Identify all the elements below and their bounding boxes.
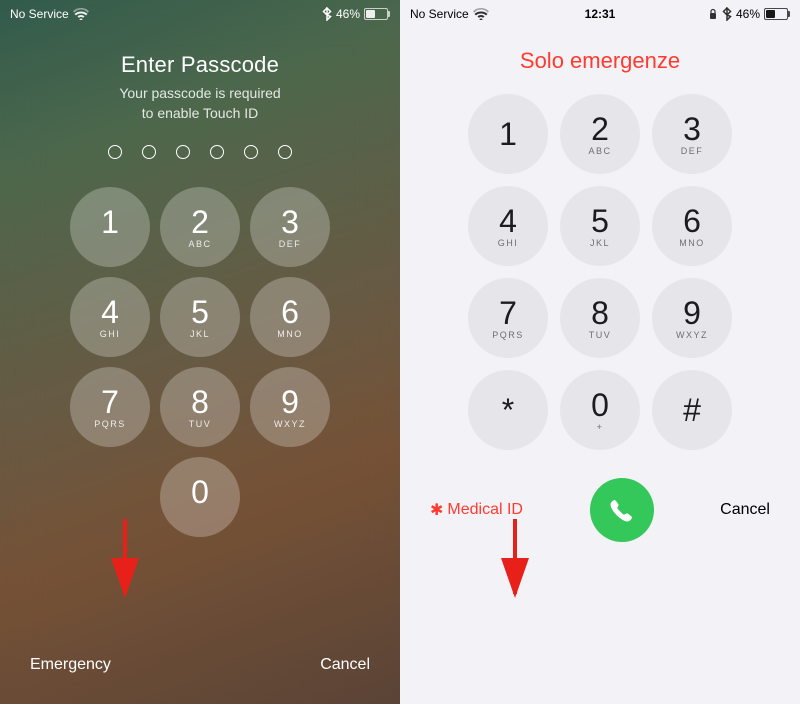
dot-6 bbox=[278, 145, 292, 159]
call-button[interactable] bbox=[590, 478, 654, 542]
dot-3 bbox=[176, 145, 190, 159]
red-arrow-right bbox=[480, 509, 550, 609]
ekey-8[interactable]: 8 TUV bbox=[560, 278, 640, 358]
key-2-left[interactable]: 2 ABC bbox=[160, 187, 240, 267]
ekey-0[interactable]: 0 + bbox=[560, 370, 640, 450]
red-arrow-left bbox=[90, 509, 160, 609]
key-7-left[interactable]: 7 PQRS bbox=[70, 367, 150, 447]
time-display: 12:31 bbox=[585, 7, 616, 21]
dot-5 bbox=[244, 145, 258, 159]
key-0-left[interactable]: 0 bbox=[160, 457, 240, 537]
bluetooth-icon-left bbox=[322, 7, 332, 21]
status-bar-left: No Service 46% bbox=[0, 0, 400, 28]
emergency-button[interactable]: Emergency bbox=[30, 656, 111, 674]
no-service-left: No Service bbox=[10, 7, 69, 21]
key-3-left[interactable]: 3 DEF bbox=[250, 187, 330, 267]
status-left-group-right: No Service bbox=[410, 7, 489, 21]
key-4-left[interactable]: 4 GHI bbox=[70, 277, 150, 357]
wifi-icon-left bbox=[73, 8, 89, 20]
ekey-1[interactable]: 1 bbox=[468, 94, 548, 174]
left-panel: No Service 46% bbox=[0, 0, 400, 704]
ekey-4[interactable]: 4 GHI bbox=[468, 186, 548, 266]
status-right-group-left: 46% bbox=[322, 7, 390, 21]
cancel-button-left[interactable]: Cancel bbox=[320, 656, 370, 674]
key-8-left[interactable]: 8 TUV bbox=[160, 367, 240, 447]
emergency-dialer-title: Solo emergenze bbox=[520, 48, 680, 74]
dot-1 bbox=[108, 145, 122, 159]
dot-4 bbox=[210, 145, 224, 159]
cancel-button-right[interactable]: Cancel bbox=[720, 501, 770, 519]
ekey-2[interactable]: 2 ABC bbox=[560, 94, 640, 174]
no-service-right: No Service bbox=[410, 7, 469, 21]
key-empty2-left bbox=[250, 457, 330, 537]
left-keypad: 1 2 ABC 3 DEF 4 GHI 5 JKL 6 MNO bbox=[70, 187, 330, 537]
status-left-group: No Service bbox=[10, 7, 89, 21]
status-bar-right: No Service 12:31 46% bbox=[400, 0, 800, 28]
arrow-to-medical-id bbox=[480, 509, 550, 614]
ekey-3[interactable]: 3 DEF bbox=[652, 94, 732, 174]
lock-bottom: Emergency Cancel bbox=[0, 656, 400, 674]
dot-2 bbox=[142, 145, 156, 159]
ekey-9[interactable]: 9 WXYZ bbox=[652, 278, 732, 358]
key-1-left[interactable]: 1 bbox=[70, 187, 150, 267]
right-panel: No Service 12:31 46% bbox=[400, 0, 800, 704]
battery-percent-left: 46% bbox=[336, 7, 360, 21]
lock-icon-right bbox=[708, 8, 718, 20]
wifi-icon-right bbox=[473, 8, 489, 20]
battery-icon-left bbox=[364, 8, 390, 20]
passcode-title: Enter Passcode bbox=[121, 52, 279, 78]
lock-content: Enter Passcode Your passcode is required… bbox=[0, 28, 400, 656]
status-right-group-right: 46% bbox=[708, 7, 790, 21]
asterisk-icon: ✱ bbox=[430, 500, 443, 520]
key-9-left[interactable]: 9 WXYZ bbox=[250, 367, 330, 447]
arrow-to-emergency bbox=[90, 509, 160, 614]
phone-icon bbox=[608, 496, 636, 524]
ekey-5[interactable]: 5 JKL bbox=[560, 186, 640, 266]
ekey-star[interactable]: * bbox=[468, 370, 548, 450]
battery-percent-right: 46% bbox=[736, 7, 760, 21]
key-6-left[interactable]: 6 MNO bbox=[250, 277, 330, 357]
emergency-bottom: ✱ Medical ID Cancel bbox=[400, 478, 800, 542]
ekey-6[interactable]: 6 MNO bbox=[652, 186, 732, 266]
battery-icon-right bbox=[764, 8, 790, 20]
key-5-left[interactable]: 5 JKL bbox=[160, 277, 240, 357]
passcode-dots bbox=[108, 145, 292, 159]
ekey-7[interactable]: 7 PQRS bbox=[468, 278, 548, 358]
bluetooth-icon-right bbox=[722, 7, 732, 21]
ekey-hash[interactable]: # bbox=[652, 370, 732, 450]
emergency-keypad: 1 2 ABC 3 DEF 4 GHI 5 JKL 6 MNO 7 PQRS 8… bbox=[468, 94, 732, 450]
touch-id-subtitle: Your passcode is required to enable Touc… bbox=[119, 84, 280, 123]
